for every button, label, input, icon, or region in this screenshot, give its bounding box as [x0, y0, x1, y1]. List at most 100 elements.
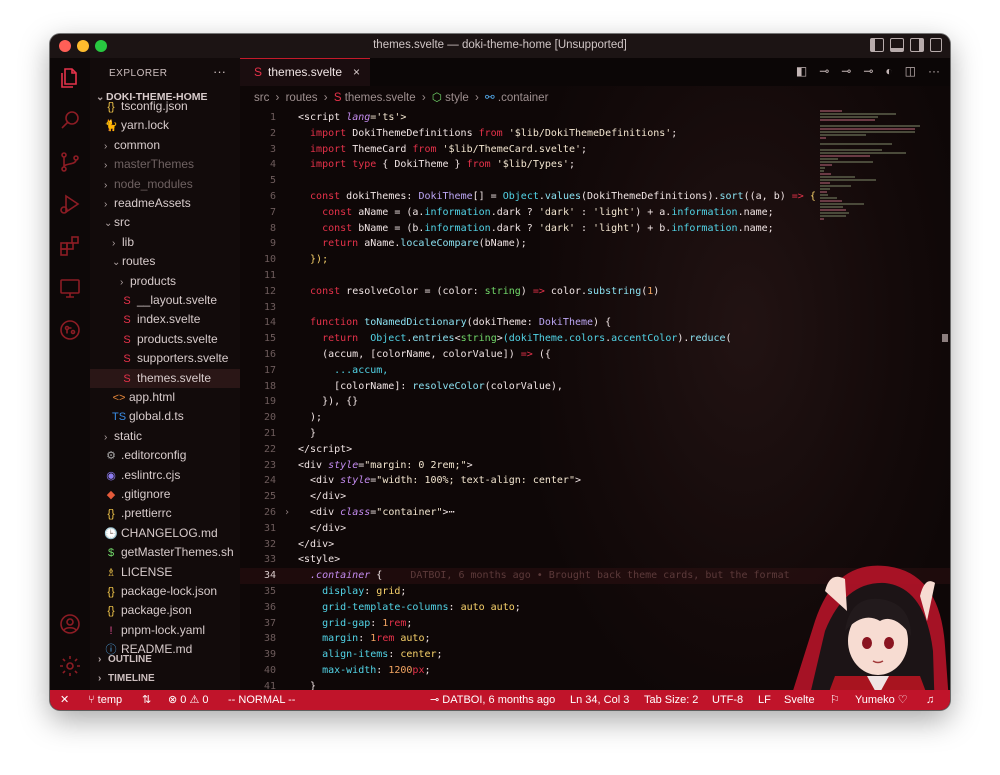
tree-item[interactable]: ◆ .gitignore [90, 485, 240, 504]
previous-change-icon[interactable]: ⊸ [819, 64, 829, 78]
tree-item[interactable]: {} package-lock.json [90, 582, 240, 601]
search-icon[interactable] [58, 108, 82, 132]
github-icon[interactable] [58, 318, 82, 342]
tab-size[interactable]: Tab Size: 2 [644, 690, 698, 710]
code-text: </div> [298, 537, 334, 553]
file-type-icon: S [123, 372, 131, 385]
tree-item[interactable]: S __layout.svelte [90, 291, 240, 310]
split-editor-icon[interactable]: ◫ [905, 64, 916, 78]
extensions-icon[interactable] [58, 234, 82, 258]
tree-item[interactable]: ⌄ src [90, 213, 240, 232]
code-token: ; [424, 633, 431, 645]
tree-item[interactable]: › static [90, 427, 240, 446]
code-line: 3 import ThemeCard from '$lib/ThemeCard.… [240, 142, 950, 158]
tree-item[interactable]: Ssupporters.svelte [90, 349, 240, 368]
code-token: auto [400, 633, 425, 645]
tree-item[interactable]: › lib [90, 233, 240, 252]
source-control-icon[interactable] [58, 150, 82, 174]
tree-item-label: __layout.svelte [137, 293, 218, 307]
tree-item[interactable]: <> app.html [90, 388, 240, 407]
problems-indicator[interactable]: ⊗ 0 ⚠ 0 [168, 690, 208, 710]
git-commit-icon[interactable]: ⊸ [863, 64, 873, 78]
tree-item[interactable]: TS global.d.ts [90, 407, 240, 426]
timeline-section[interactable]: › TIMELINE [90, 669, 240, 688]
code-line: 16 (accum, [colorName, colorValue]) => (… [240, 347, 950, 363]
tree-item[interactable]: ! pnpm-lock.yaml [90, 621, 240, 640]
code-line: 9 return aName.localeCompare(bName); [240, 236, 950, 252]
code-line: 20 ); [240, 410, 950, 426]
code-token: : [376, 665, 389, 676]
git-blame-indicator[interactable]: ⊸ DATBOI, 6 months ago [430, 690, 555, 710]
toggle-sidebar-icon[interactable] [870, 38, 884, 52]
tree-item[interactable]: ⌄ routes [90, 252, 240, 271]
tree-item[interactable]: Sthemes.svelte [90, 368, 240, 388]
remote-indicator-icon[interactable]: ✕ [60, 690, 69, 710]
line-number: 13 [263, 301, 276, 313]
files-icon[interactable] [58, 66, 82, 90]
code-token: return [298, 333, 371, 345]
remote-explorer-icon[interactable] [58, 276, 82, 300]
toggle-panel-icon[interactable] [890, 38, 904, 52]
tab-themes-svelte[interactable]: Sthemes.svelte × [240, 58, 370, 86]
language-mode[interactable]: Svelte [784, 690, 815, 710]
tree-item-label: .editorconfig [121, 448, 187, 463]
tree-item[interactable]: {} tsconfig.json [90, 97, 240, 116]
sync-icon[interactable]: ⇅ [142, 690, 151, 710]
code-token: .dark ? [490, 222, 539, 234]
tree-item[interactable]: {} package.json [90, 601, 240, 620]
code-token: px [412, 665, 425, 676]
tree-item[interactable]: › masterThemes [90, 155, 240, 174]
close-tab-icon[interactable]: × [353, 59, 360, 86]
explorer-sidebar: EXPLORER ··· ⌄ DOKI-THEME-HOME {} tsconfig… [90, 58, 240, 690]
breadcrumb-routes[interactable]: routes [286, 92, 318, 104]
run-debug-icon[interactable] [58, 192, 82, 216]
code-token: DokiTheme [418, 191, 473, 202]
tree-item[interactable]: $ getMasterThemes.sh [90, 543, 240, 562]
breadcrumb-style[interactable]: style [445, 92, 469, 104]
more-actions-icon[interactable]: ··· [928, 64, 940, 78]
notifications-bell-icon[interactable]: ♫ [926, 690, 934, 710]
code-token: ; [406, 617, 413, 629]
toggle-secondary-sidebar-icon[interactable] [910, 38, 924, 52]
settings-gear-icon[interactable] [58, 654, 82, 678]
more-actions-icon[interactable]: ··· [213, 64, 226, 79]
code-token: : [574, 222, 594, 234]
open-preview-icon[interactable]: ◐ [885, 64, 892, 78]
breadcrumb-file[interactable]: themes.svelte [345, 92, 416, 104]
breadcrumb-container[interactable]: .container [498, 92, 549, 104]
tree-item[interactable]: ◉ .eslintrc.cjs [90, 466, 240, 485]
next-change-icon[interactable]: ⊸ [841, 64, 851, 78]
cursor-position[interactable]: Ln 34, Col 3 [570, 690, 629, 710]
tree-item[interactable]: 🐈 yarn.lock [90, 116, 240, 135]
end-of-line[interactable]: LF [758, 690, 771, 710]
tree-item[interactable]: 🕒 CHANGELOG.md [90, 524, 240, 543]
code-token: ) { [593, 317, 612, 329]
code-token: import [298, 143, 353, 155]
window-title: themes.svelte — doki-theme-home [Unsuppo… [373, 39, 627, 51]
tree-item[interactable]: Sindex.svelte [90, 310, 240, 329]
code-token: import [298, 127, 353, 139]
fold-chevron-icon[interactable]: › [284, 505, 290, 521]
account-icon[interactable] [58, 612, 82, 636]
customize-layout-icon[interactable] [930, 38, 942, 52]
tree-item[interactable]: ♗ LICENSE [90, 563, 240, 582]
doki-theme-indicator[interactable]: Yumeko ♡ [855, 690, 908, 710]
code-token: ((a, b) [743, 191, 792, 202]
tree-item[interactable]: Sproducts.svelte [90, 330, 240, 349]
tree-item[interactable]: › readmeAssets [90, 194, 240, 213]
code-token: } [298, 680, 317, 690]
breadcrumb-src[interactable]: src [254, 92, 269, 104]
tree-item[interactable]: › node_modules [90, 175, 240, 194]
code-token: information [671, 206, 738, 218]
tree-item[interactable]: › common [90, 136, 240, 155]
tree-item[interactable]: › products [90, 272, 240, 291]
tree-item[interactable]: ⚙ .editorconfig [90, 446, 240, 465]
outline-section[interactable]: › OUTLINE [90, 650, 240, 669]
encoding[interactable]: UTF-8 [712, 690, 743, 710]
code-token: bName [358, 222, 395, 234]
feedback-icon[interactable]: ⚐ [830, 690, 840, 710]
tree-item[interactable]: {} .prettierrc [90, 504, 240, 523]
file-type-icon: <> [112, 392, 126, 404]
branch-indicator[interactable]: ⑂ temp [88, 690, 122, 710]
open-changes-icon[interactable]: ◧ [796, 64, 807, 78]
